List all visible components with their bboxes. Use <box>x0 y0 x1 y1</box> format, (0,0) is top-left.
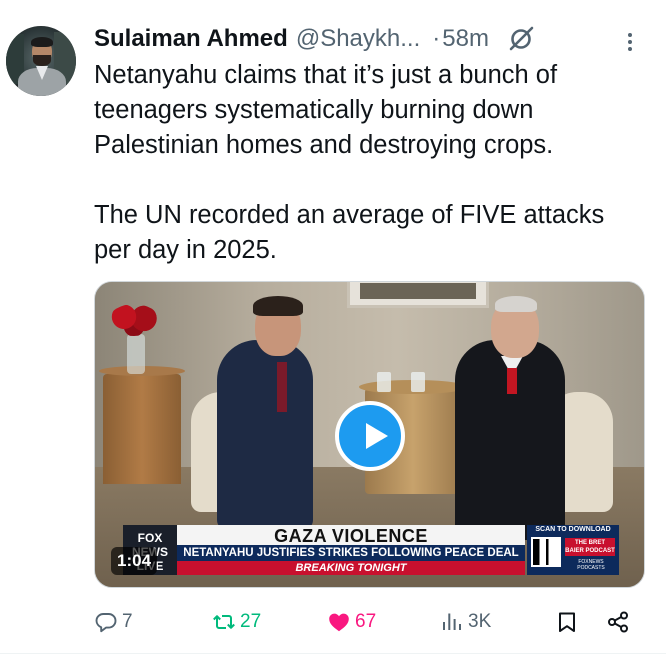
chyron-subhead: NETANYAHU JUSTIFIES STRIKES FOLLOWING PE… <box>177 545 525 561</box>
tweet-text-line: teenagers systematically burning down <box>94 96 534 124</box>
reply-button[interactable]: 7 <box>94 606 133 638</box>
timestamp[interactable]: 58m <box>442 25 489 53</box>
bookmark-icon <box>559 612 575 632</box>
tweet-text-line: Netanyahu claims that it’s just a bunch … <box>94 61 558 89</box>
scene-side-table <box>99 366 185 484</box>
news-chyron: FOX NEWS LIVE GAZA VIOLENCE NETANYAHU JU… <box>123 525 619 575</box>
reply-icon <box>95 613 117 633</box>
scene-tie <box>507 368 517 394</box>
chyron-breaking-banner: BREAKING TONIGHT <box>177 561 525 575</box>
qr-code-icon <box>531 537 561 567</box>
tweet-header: Sulaiman Ahmed @Shaykh... · 58m <box>94 24 535 54</box>
like-count: 67 <box>355 611 377 632</box>
video-duration: 1:04 <box>111 547 158 575</box>
repost-count: 27 <box>240 611 262 632</box>
display-name[interactable]: Sulaiman Ahmed <box>94 25 288 53</box>
podcast-subtitle: FOXNEWS PODCASTS <box>577 559 605 571</box>
qr-label: SCAN TO DOWNLOAD <box>535 526 611 533</box>
views-button[interactable]: 3K <box>440 606 491 638</box>
podcast-logo: THE BRET BAIER PODCAST <box>565 538 615 556</box>
avatar[interactable] <box>6 26 76 96</box>
scene-vase <box>127 334 145 374</box>
repost-icon <box>213 615 235 629</box>
grok-icon[interactable] <box>507 25 535 53</box>
scene-guest-hair <box>495 296 537 312</box>
qr-promo: SCAN TO DOWNLOAD THE BRET BAIER PODCAST … <box>527 525 619 575</box>
share-icon <box>608 611 628 633</box>
scene-glass <box>377 372 391 392</box>
repost-button[interactable]: 27 <box>212 606 261 638</box>
more-icon[interactable] <box>618 30 642 54</box>
user-handle[interactable]: @Shaykh... <box>296 25 420 53</box>
scene-picture-frame <box>347 282 489 308</box>
chyron-headline: GAZA VIOLENCE <box>274 526 428 546</box>
scene-glass <box>411 372 425 392</box>
separator-dot: · <box>432 25 441 52</box>
video-player[interactable]: FOX NEWS LIVE GAZA VIOLENCE NETANYAHU JU… <box>94 281 645 588</box>
avatar-beard <box>33 55 51 66</box>
reply-count: 7 <box>122 611 133 632</box>
avatar-hair <box>31 37 53 47</box>
tweet[interactable]: Sulaiman Ahmed @Shaykh... · 58m Netanyah… <box>0 0 666 654</box>
bookmark-button[interactable] <box>555 606 579 638</box>
tweet-text-line: per day in 2025. <box>94 236 277 264</box>
share-button[interactable] <box>606 606 630 638</box>
action-bar: 7 27 67 3K <box>94 606 634 638</box>
scene-roses <box>109 304 159 336</box>
chyron-headline-box: GAZA VIOLENCE NETANYAHU JUSTIFIES STRIKE… <box>177 525 525 575</box>
views-icon <box>443 613 461 630</box>
like-button[interactable]: 67 <box>327 606 376 638</box>
scene-interviewer <box>217 340 313 530</box>
play-icon[interactable] <box>335 401 405 471</box>
scene-interviewer-hair <box>253 296 303 316</box>
scene-tie <box>277 362 287 412</box>
heart-icon <box>329 613 349 632</box>
tweet-text-line: The UN recorded an average of FIVE attac… <box>94 201 605 229</box>
tweet-text-line: Palestinian homes and destroying crops. <box>94 131 554 159</box>
views-count: 3K <box>468 611 492 632</box>
tweet-text: Netanyahu claims that it’s just a bunch … <box>94 58 654 268</box>
